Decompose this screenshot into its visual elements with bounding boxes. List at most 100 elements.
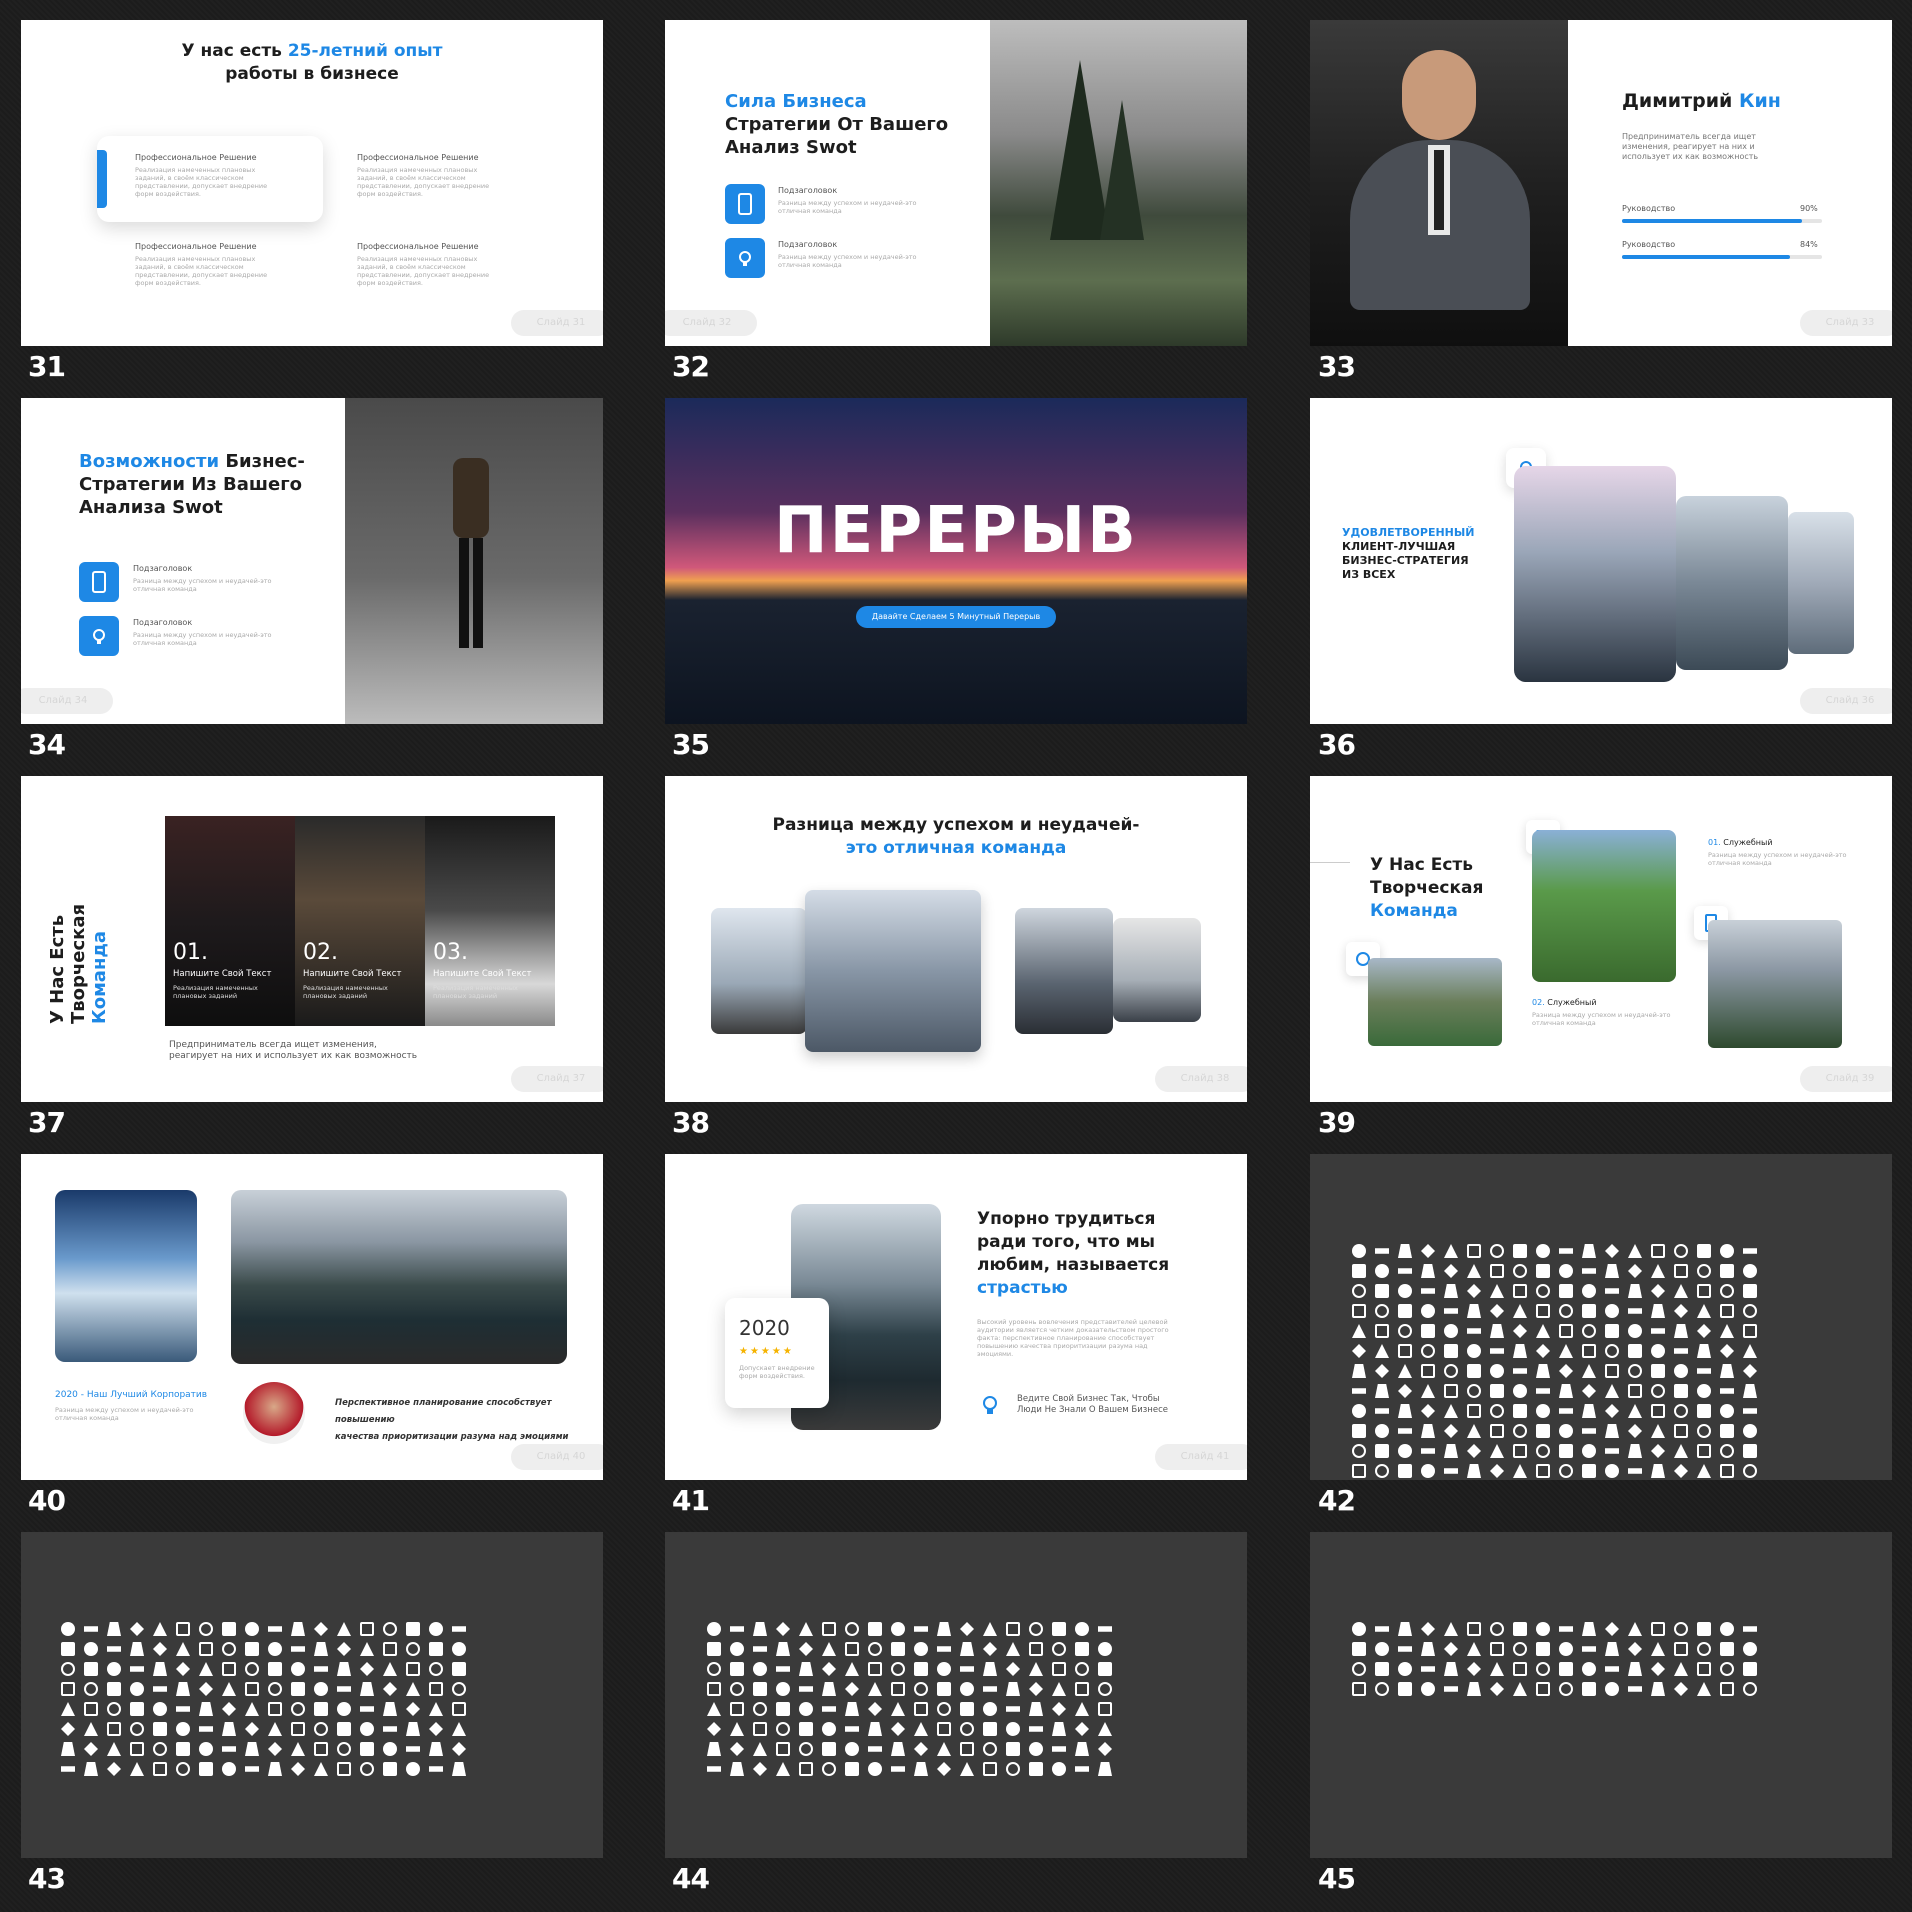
- glyph-icon: [1398, 1384, 1412, 1398]
- glyph-icon: [1651, 1344, 1665, 1358]
- glyph-icon: [130, 1742, 144, 1756]
- slide-45-icons[interactable]: [1310, 1532, 1892, 1858]
- glyph-icon: [1628, 1244, 1642, 1258]
- glyph-icon: [1490, 1244, 1504, 1258]
- glyph-icon: [1674, 1324, 1688, 1338]
- glyph-icon: [868, 1622, 882, 1636]
- glyph-icon: [1674, 1348, 1688, 1354]
- glyph-icon: [1375, 1384, 1389, 1398]
- glyph-icon: [291, 1646, 305, 1652]
- glyph-icon: [1651, 1244, 1665, 1258]
- glyph-icon: [1697, 1264, 1711, 1278]
- glyph-icon: [1029, 1742, 1043, 1756]
- glyph-icon: [337, 1686, 351, 1692]
- glyph-icon: [1421, 1288, 1435, 1294]
- glyph-icon: [1398, 1304, 1412, 1318]
- glyph-icon: [1651, 1622, 1665, 1636]
- glyph-icon: [1075, 1742, 1089, 1756]
- slide-35[interactable]: ПЕРЕРЫВ Давайте Сделаем 5 Минутный Перер…: [665, 398, 1247, 724]
- glyph-icon: [1075, 1682, 1089, 1696]
- glyph-icon: [1513, 1304, 1527, 1318]
- slide-43-icons[interactable]: [21, 1532, 603, 1858]
- glyph-icon: [1628, 1264, 1642, 1278]
- glyph-icon: [937, 1646, 951, 1652]
- slide-42-icons[interactable]: [1310, 1154, 1892, 1480]
- glyph-icon: [1375, 1408, 1389, 1414]
- glyph-icon: [1559, 1248, 1573, 1254]
- glyph-icon: [707, 1642, 721, 1656]
- glyph-icon: [1697, 1368, 1711, 1374]
- glyph-icon: [1697, 1324, 1711, 1338]
- glyph-icon: [1720, 1682, 1734, 1696]
- glyph-icon: [1536, 1304, 1550, 1318]
- person-name: Димитрий Кин: [1622, 90, 1781, 112]
- divider: [1310, 862, 1350, 863]
- glyph-icon: [1559, 1408, 1573, 1414]
- glyph-icon: [960, 1682, 974, 1696]
- glyph-icon: [406, 1622, 420, 1636]
- glyph-icon: [1743, 1304, 1757, 1318]
- glyph-icon: [1559, 1384, 1573, 1398]
- glyph-icon: [107, 1742, 121, 1756]
- glyph-icon: [1743, 1682, 1757, 1696]
- glyph-icon: [153, 1742, 167, 1756]
- glyph-icon: [730, 1682, 744, 1696]
- glyph-icon: [291, 1702, 305, 1716]
- icon-grid: [61, 1622, 466, 1776]
- slide-39[interactable]: У Нас Есть Творческая Команда 01. Служеб…: [1310, 776, 1892, 1102]
- glyph-icon: [245, 1642, 259, 1656]
- item: Подзаголовок Разница между успехом и неу…: [133, 564, 272, 593]
- glyph-icon: [153, 1702, 167, 1716]
- glyph-icon: [1651, 1662, 1665, 1676]
- glyph-icon: [360, 1742, 374, 1756]
- slide-31[interactable]: У нас есть 25-летний опыт работы в бизне…: [21, 20, 603, 346]
- glyph-icon: [199, 1622, 213, 1636]
- glyph-icon: [1628, 1364, 1642, 1378]
- glyph-icon: [845, 1762, 859, 1776]
- slide-36[interactable]: УДОВЛЕТВОРЕННЫЙ КЛИЕНТ-ЛУЧШАЯ БИЗНЕС-СТР…: [1310, 398, 1892, 724]
- glyph-icon: [799, 1662, 813, 1676]
- glyph-icon: [1559, 1304, 1573, 1318]
- slide-number-pill: Слайд 33: [1800, 310, 1892, 336]
- slide-32[interactable]: Сила Бизнеса Стратегии От Вашего Анализ …: [665, 20, 1247, 346]
- glyph-icon: [937, 1702, 951, 1716]
- break-button[interactable]: Давайте Сделаем 5 Минутный Перерыв: [856, 606, 1056, 628]
- glyph-icon: [1697, 1244, 1711, 1258]
- glyph-icon: [1605, 1622, 1619, 1636]
- glyph-icon: [1628, 1308, 1642, 1314]
- glyph-icon: [1029, 1682, 1043, 1696]
- glyph-icon: [1559, 1284, 1573, 1298]
- team-column-2: 02. Напишите Свой Текст Реализация намеч…: [303, 940, 402, 1000]
- glyph-icon: [1029, 1642, 1043, 1656]
- glyph-icon: [1651, 1384, 1665, 1398]
- glyph-icon: [1375, 1284, 1389, 1298]
- glyph-icon: [1352, 1324, 1366, 1338]
- glyph-icon: [730, 1702, 744, 1716]
- slide-44-icons[interactable]: [665, 1532, 1247, 1858]
- glyph-icon: [845, 1742, 859, 1756]
- glyph-icon: [1421, 1324, 1435, 1338]
- glyph-icon: [1743, 1344, 1757, 1358]
- glyph-icon: [84, 1662, 98, 1676]
- glyph-icon: [1536, 1642, 1550, 1656]
- slide-41[interactable]: 2020 ★★★★★ Допускает внедрение форм возд…: [665, 1154, 1247, 1480]
- glyph-icon: [1490, 1682, 1504, 1696]
- glyph-icon: [1352, 1388, 1366, 1394]
- slide-40[interactable]: 2020 - Наш Лучший Корпоратив Разница меж…: [21, 1154, 603, 1480]
- slide-34[interactable]: Возможности Бизнес- Стратегии Из Вашего …: [21, 398, 603, 724]
- glyph-icon: [1075, 1662, 1089, 1676]
- glyph-icon: [1375, 1304, 1389, 1318]
- glyph-icon: [707, 1742, 721, 1756]
- glyph-icon: [1029, 1726, 1043, 1732]
- glyph-icon: [383, 1662, 397, 1676]
- slide-39-title: У Нас Есть Творческая Команда: [1370, 855, 1484, 921]
- slide-37[interactable]: У Нас Есть Творческая Команда 01. Напиши…: [21, 776, 603, 1102]
- slide-number: 41: [672, 1484, 710, 1517]
- slide-number: 38: [672, 1106, 710, 1139]
- glyph-icon: [1467, 1364, 1481, 1378]
- glyph-icon: [1674, 1384, 1688, 1398]
- glyph-icon: [1029, 1702, 1043, 1716]
- slide-38[interactable]: Разница между успехом и неудачей- это от…: [665, 776, 1247, 1102]
- glyph-icon: [1674, 1424, 1688, 1438]
- slide-33[interactable]: Димитрий Кин Предприниматель всегда ищет…: [1310, 20, 1892, 346]
